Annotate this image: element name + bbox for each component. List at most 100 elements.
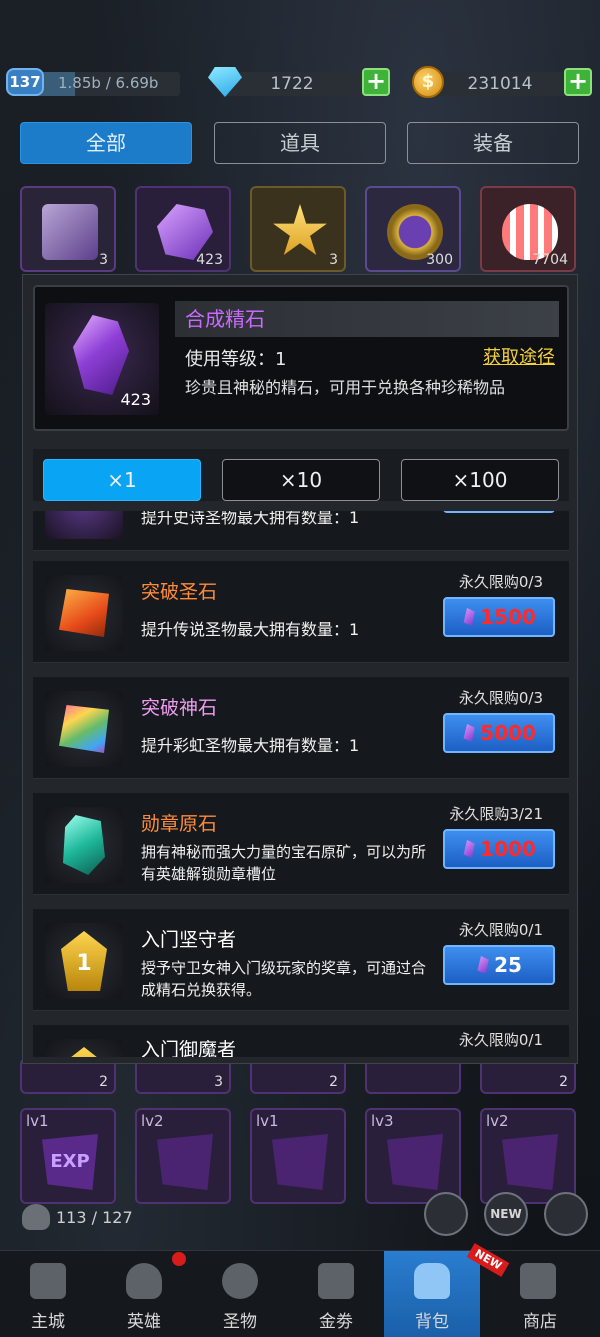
- purchase-limit: 永久限购0/3: [458, 689, 543, 707]
- item-name: 突破圣石: [141, 581, 218, 603]
- nav-main-city[interactable]: 主城: [0, 1251, 96, 1337]
- tab-items[interactable]: 道具: [214, 122, 386, 164]
- exchange-list[interactable]: 提升史诗圣物最大拥有数量：1 突破圣石 提升传说圣物最大拥有数量：1 永久限购0…: [33, 511, 569, 1057]
- purchase-limit: 永久限购0/1: [458, 1031, 543, 1049]
- qty-x1-button[interactable]: ×1: [43, 459, 201, 501]
- exchange-button[interactable]: 25: [443, 945, 555, 985]
- new-items-button[interactable]: NEW: [484, 1192, 528, 1236]
- demon-slayer-badge-icon: [61, 1047, 107, 1057]
- quantity-selector: ×1 ×10 ×100: [33, 449, 569, 501]
- item-icon: 423: [45, 303, 159, 415]
- inventory-slot[interactable]: 3: [20, 186, 116, 272]
- slot-level: lv1: [256, 1112, 279, 1130]
- slot-count: 300: [426, 252, 453, 268]
- tab-equipment[interactable]: 装备: [407, 122, 579, 164]
- inventory-slot[interactable]: lv2: [135, 1108, 231, 1204]
- slot-count: 2: [559, 1074, 568, 1090]
- exp-bar: 1.85b / 6.69b: [34, 72, 180, 96]
- slot-level: lv2: [486, 1112, 509, 1130]
- shield-scroll-icon: [387, 1134, 443, 1190]
- item-effect: 拥有神秘而强大力量的宝石原矿，可以为所有英雄解锁勋章槽位: [141, 843, 427, 883]
- synthesis-crystal-icon: [73, 315, 129, 395]
- add-coins-button[interactable]: +: [564, 68, 592, 96]
- qty-x10-button[interactable]: ×10: [222, 459, 380, 501]
- shield-scroll-icon: [502, 1134, 558, 1190]
- player-level-badge[interactable]: 137: [6, 68, 44, 96]
- list-item: 突破神石 提升彩虹圣物最大拥有数量：1 永久限购0/3 5000: [33, 677, 569, 779]
- obtain-source-link[interactable]: 获取途径: [483, 343, 555, 369]
- inventory-slot[interactable]: lv1 EXP: [20, 1108, 116, 1204]
- sword-scroll-icon: [157, 1134, 213, 1190]
- item-name: 入门御魔者: [141, 1039, 237, 1057]
- qty-x100-button[interactable]: ×100: [401, 459, 559, 501]
- gem-balance: 1722: [222, 72, 362, 96]
- inventory-slot[interactable]: 7704: [480, 186, 576, 272]
- exchange-button[interactable]: [443, 511, 555, 513]
- nav-label: 英雄: [127, 1312, 161, 1332]
- add-gems-button[interactable]: +: [362, 68, 390, 96]
- item-effect: 授予守卫女神入门级玩家的奖章，可通过合成精石兑换获得。: [141, 959, 427, 999]
- slot-count: 3: [99, 252, 108, 268]
- stack-button[interactable]: [544, 1192, 588, 1236]
- nav-relics[interactable]: 圣物: [192, 1251, 288, 1337]
- inventory-row-top: 3 423 3 300 7704: [20, 186, 580, 272]
- nav-gold-ticket[interactable]: 金劵: [288, 1251, 384, 1337]
- price: 1500: [480, 605, 536, 629]
- medal-ore-icon: [63, 815, 105, 875]
- item-effect: 提升彩虹圣物最大拥有数量：1: [141, 736, 360, 755]
- star-icon: [273, 204, 327, 255]
- nav-label: 商店: [523, 1312, 557, 1332]
- clover-icon: [222, 1263, 258, 1299]
- nav-bag[interactable]: 背包: [384, 1251, 480, 1337]
- exchange-button[interactable]: 5000: [443, 713, 555, 753]
- slot-count: 3: [329, 252, 338, 268]
- purchase-limit: 永久限购0/3: [458, 573, 543, 591]
- list-item: 提升史诗圣物最大拥有数量：1: [33, 511, 569, 551]
- crystal-currency-icon: [463, 840, 475, 858]
- list-item: 勋章原石 拥有神秘而强大力量的宝石原矿，可以为所有英雄解锁勋章槽位 永久限购3/…: [33, 793, 569, 895]
- item-icon-frame: [45, 691, 123, 767]
- castle-icon: [30, 1263, 66, 1299]
- slot-count: 3: [214, 1074, 223, 1090]
- inventory-slot[interactable]: 300: [365, 186, 461, 272]
- item-effect: 提升传说圣物最大拥有数量：1: [141, 620, 360, 639]
- slot-count: 2: [99, 1074, 108, 1090]
- nav-label: 圣物: [223, 1312, 257, 1332]
- backpack-icon: [414, 1263, 450, 1299]
- purchase-limit: 永久限购0/1: [458, 921, 543, 939]
- inventory-row-bottom: lv1 EXP lv2 lv1 lv3 lv2: [20, 1108, 580, 1204]
- exchange-button[interactable]: 1000: [443, 829, 555, 869]
- item-detail-card: 423 合成精石 使用等级：1 获取途径 珍贵且神秘的精石，可用于兑换各种珍稀物…: [33, 285, 569, 431]
- exp-scroll-icon: EXP: [42, 1134, 98, 1190]
- inventory-slot[interactable]: lv2: [480, 1108, 576, 1204]
- inventory-slot[interactable]: 3: [250, 186, 346, 272]
- price: 25: [494, 953, 522, 977]
- item-name: 合成精石: [175, 301, 559, 337]
- category-tabs: 全部 道具 装备: [20, 122, 580, 164]
- notification-dot: [172, 1252, 186, 1266]
- list-item: 入门御魔者 永久限购0/1: [33, 1025, 569, 1057]
- exchange-button[interactable]: 1500: [443, 597, 555, 637]
- item-icon-frame: [45, 1039, 123, 1057]
- bag-capacity: 113 / 127: [56, 1208, 133, 1227]
- item-description: 珍贵且神秘的精石，可用于兑换各种珍稀物品: [185, 378, 506, 397]
- nav-label: 金劵: [319, 1312, 353, 1332]
- slot-count: 7704: [532, 252, 568, 268]
- inventory-slot[interactable]: lv3: [365, 1108, 461, 1204]
- trash-button[interactable]: [424, 1192, 468, 1236]
- item-icon-frame: [45, 807, 123, 883]
- inventory-slot[interactable]: 423: [135, 186, 231, 272]
- item-icon-frame: [45, 575, 123, 651]
- purple-cube-icon: [42, 204, 98, 260]
- slot-level: lv1: [26, 1112, 49, 1130]
- tab-all[interactable]: 全部: [20, 122, 192, 164]
- gold-coin-icon: $: [412, 66, 444, 98]
- inventory-slot[interactable]: lv1: [250, 1108, 346, 1204]
- item-icon-frame: 1: [45, 923, 123, 999]
- bag-capacity-icon: [22, 1204, 50, 1230]
- list-item: 突破圣石 提升传说圣物最大拥有数量：1 永久限购0/3 1500: [33, 561, 569, 663]
- sword-scroll-icon: [272, 1134, 328, 1190]
- item-name: 突破神石: [141, 697, 218, 719]
- cart-icon: [520, 1263, 556, 1299]
- nav-label: 主城: [31, 1312, 65, 1332]
